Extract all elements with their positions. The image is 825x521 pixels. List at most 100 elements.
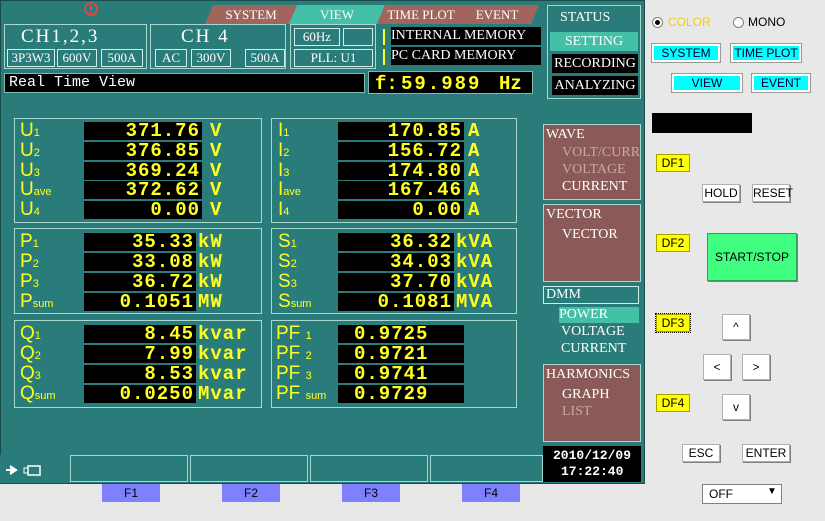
current-unit: A [468,179,481,201]
active-power-label: P3 [20,271,39,292]
pc-card-indicator [383,49,385,65]
menu-item-recording[interactable]: RECORDING [552,54,638,73]
f3-button[interactable]: F3 [342,484,400,502]
reactive-power-unit: kvar [198,363,248,385]
reactive-power-unit: kvar [198,323,248,345]
view-button[interactable]: VIEW [671,73,743,93]
menu-item-graph[interactable]: GRAPH [562,387,609,403]
reactive-power-label: Q3 [20,363,41,384]
voltage-unit: V [210,160,223,182]
freq-setting-value[interactable]: 60Hz [294,28,340,46]
time-plot-button[interactable]: TIME PLOT [730,43,802,63]
menu-item-current[interactable]: CURRENT [561,341,626,357]
active-power-value: 35.33 [84,233,196,252]
active-power-unit: MW [198,291,223,313]
active-power-label: P2 [20,251,39,272]
power-factor-label: PF 2 [276,343,312,364]
ch4-mode-value[interactable]: AC [155,49,187,67]
wave-menu[interactable]: WAVE VOLT/CURR VOLTAGE CURRENT [543,124,641,200]
current-unit: A [468,199,481,221]
page-title: Real Time View [9,74,136,91]
menu-item-power[interactable]: POWER [559,307,639,323]
reactive-power-unit: kvar [198,343,248,365]
wiring-value[interactable]: 3P3W3 [7,49,55,67]
tab-event[interactable]: EVENT [455,5,539,24]
menu-item-voltage[interactable]: VOLTAGE [561,324,625,340]
voltage-label: U4 [20,199,40,220]
status-menu-title: STATUS [560,10,611,25]
current-label: I1 [278,120,290,141]
channel-123-label: CH1,2,3 [21,26,100,47]
menu-item-analyzing[interactable]: ANALYZING [552,76,638,95]
f3-softkey[interactable] [310,455,428,482]
left-arrow-button[interactable]: < [703,354,731,380]
menu-item-voltage[interactable]: VOLTAGE [562,162,626,178]
current-value: 167.46 [338,181,464,200]
df4-button[interactable]: DF4 [656,394,690,412]
f4-softkey[interactable] [430,455,543,482]
reactive-power-label: Q1 [20,323,41,344]
esc-button[interactable]: ESC [682,444,720,462]
apparent-power-unit: kVA [456,271,494,293]
system-button[interactable]: SYSTEM [651,43,721,63]
df3-button[interactable]: DF3 [655,313,691,333]
dmm-menu[interactable]: DMM POWER VOLTAGE CURRENT [543,286,641,360]
current-label: I4 [278,199,290,220]
internal-memory-label: INTERNAL MEMORY [391,27,541,45]
color-radio[interactable]: COLOR [652,15,722,31]
f1-softkey[interactable] [70,455,188,482]
menu-item-list[interactable]: LIST [562,404,592,420]
menu-item-volt-curr[interactable]: VOLT/CURR [562,145,640,161]
pll-value[interactable]: PLL: U1 [294,49,373,67]
voltage-unit: V [210,179,223,201]
volt-range-value[interactable]: 600V [57,49,97,67]
right-arrow-button[interactable]: > [742,354,770,380]
event-button[interactable]: EVENT [751,73,811,93]
f2-softkey[interactable] [190,455,308,482]
ch4-volt-value[interactable]: 300V [191,49,231,67]
mono-radio[interactable]: MONO [733,15,803,31]
tab-system[interactable]: SYSTEM [205,5,297,24]
apparent-power-label: S3 [278,271,297,292]
reactive-power-value: 8.53 [84,365,196,384]
frequency-prefix: f: [375,73,398,95]
f1-button[interactable]: F1 [102,484,160,502]
enter-button[interactable]: ENTER [742,444,790,462]
mono-radio-dot [733,17,744,28]
view-title-bar: Real Time View [4,73,365,93]
reset-button[interactable]: RESET [752,184,793,202]
apparent-power-unit: MVA [456,291,494,313]
voltage-value: 0.00 [84,201,202,220]
current-unit: A [468,120,481,142]
active-power-label: Psum [20,291,54,312]
apparent-power-label: S2 [278,251,297,272]
mode-select[interactable]: OFF ▼ [702,484,782,504]
current-label: Iave [278,179,302,200]
voltage-value: 369.24 [84,162,202,181]
datetime-box: 2010/12/09 17:22:40 [543,446,641,482]
harmonics-menu[interactable]: HARMONICS GRAPH LIST [543,364,641,442]
start-stop-button[interactable]: START/STOP [707,233,797,281]
menu-item-setting[interactable]: SETTING [550,32,638,51]
color-radio-dot [652,17,663,28]
power-factor-label: PF sum [276,383,327,404]
active-power-unit: kW [198,231,223,253]
status-menu: STATUS SETTING RECORDING ANALYZING [547,5,641,99]
menu-item-vector[interactable]: VECTOR [562,227,618,243]
hold-button[interactable]: HOLD [702,184,740,202]
apparent-power-unit: kVA [456,231,494,253]
menu-item-current[interactable]: CURRENT [562,179,627,195]
down-arrow-button[interactable]: v [722,394,750,420]
vector-menu[interactable]: VECTOR VECTOR [543,204,641,282]
f4-button[interactable]: F4 [462,484,520,502]
tab-time-plot[interactable]: TIME PLOT [377,5,465,24]
active-power-unit: kW [198,271,223,293]
tab-view[interactable]: VIEW [289,5,385,24]
up-arrow-button[interactable]: ^ [722,314,750,340]
df1-button[interactable]: DF1 [656,154,690,172]
curr-range-value[interactable]: 500A [101,49,143,67]
df2-button[interactable]: DF2 [656,234,690,252]
f2-button[interactable]: F2 [222,484,280,502]
ch4-curr-value[interactable]: 500A [245,49,285,67]
mode-select-value: OFF [709,487,733,501]
